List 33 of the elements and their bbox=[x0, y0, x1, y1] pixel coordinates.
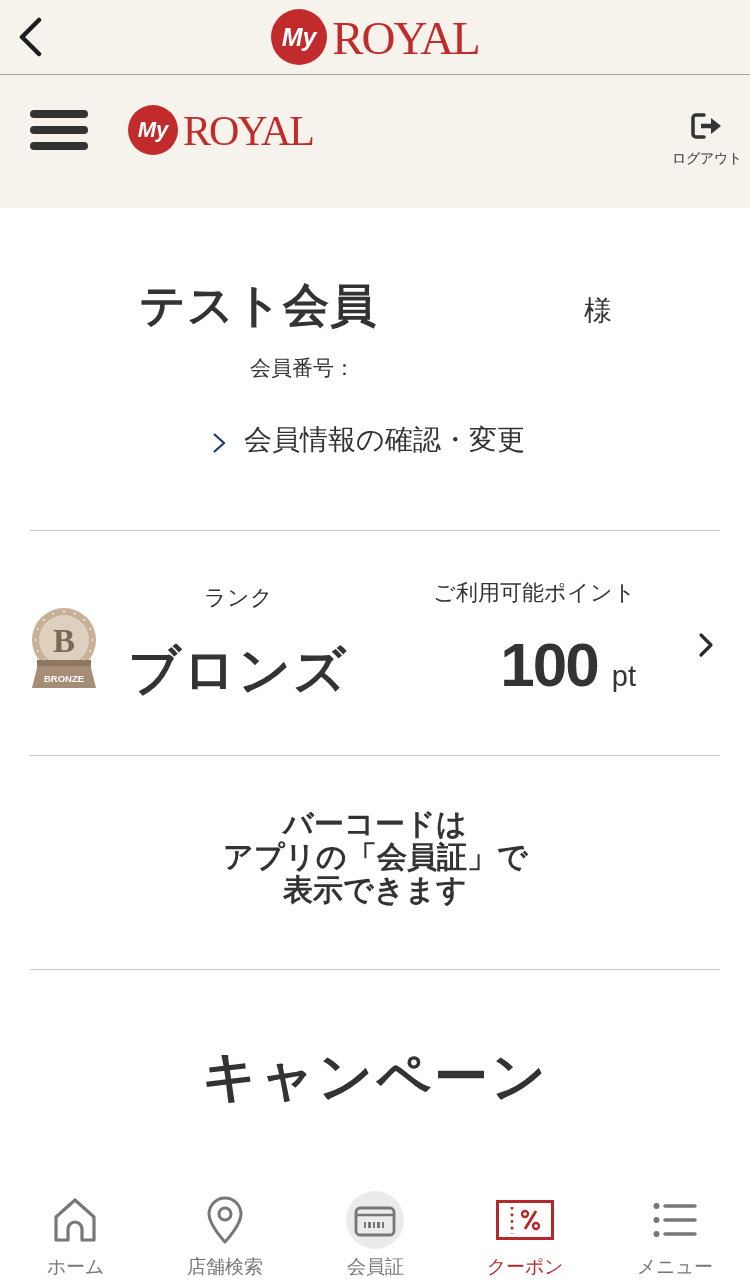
points-label: ご利用可能ポイント bbox=[433, 579, 636, 606]
points-value: 100 bbox=[500, 633, 598, 696]
map-pin-icon bbox=[207, 1196, 243, 1244]
menu-icon[interactable] bbox=[30, 109, 88, 150]
nav-tab[interactable]: 会員証 bbox=[300, 1185, 450, 1281]
nav-tab[interactable]: クーポン bbox=[450, 1185, 600, 1281]
nav-tab[interactable]: メニュー bbox=[600, 1185, 750, 1281]
logo-wordmark: ROYAL bbox=[332, 14, 479, 62]
member-name: テスト会員 bbox=[138, 278, 377, 333]
profile-link[interactable]: 会員情報の確認・変更 bbox=[211, 423, 525, 457]
back-icon[interactable] bbox=[17, 17, 43, 57]
nav-tab[interactable]: ホーム bbox=[0, 1185, 150, 1281]
rank-label: ランク bbox=[203, 585, 273, 611]
points-unit: pt bbox=[611, 658, 636, 694]
member-card-icon bbox=[346, 1191, 404, 1249]
logo-wordmark: ROYAL bbox=[183, 109, 313, 152]
nav-tab[interactable]: 店舗検索 bbox=[150, 1185, 300, 1281]
honorific-text: 様 bbox=[583, 294, 612, 328]
barcode-notice-line: バーコードは bbox=[283, 807, 467, 840]
coupon-icon bbox=[496, 1200, 554, 1240]
logout-button[interactable]: ログアウト bbox=[672, 111, 742, 168]
list-icon bbox=[653, 1202, 697, 1238]
barcode-notice-line: アプリの「会員証」で bbox=[222, 840, 528, 873]
logout-icon bbox=[691, 111, 723, 140]
barcode-notice-line: 表示できます bbox=[283, 873, 467, 906]
logo-badge: My bbox=[128, 104, 178, 155]
chevron-icon[interactable] bbox=[698, 632, 714, 658]
chevron-icon bbox=[211, 432, 226, 454]
member-number-label: 会員番号： bbox=[250, 355, 355, 381]
rank-value: ブロンズ bbox=[128, 640, 348, 701]
logo-badge: My bbox=[271, 9, 328, 65]
campaign-heading: キャンペーン bbox=[201, 1045, 549, 1108]
home-icon bbox=[52, 1197, 98, 1243]
